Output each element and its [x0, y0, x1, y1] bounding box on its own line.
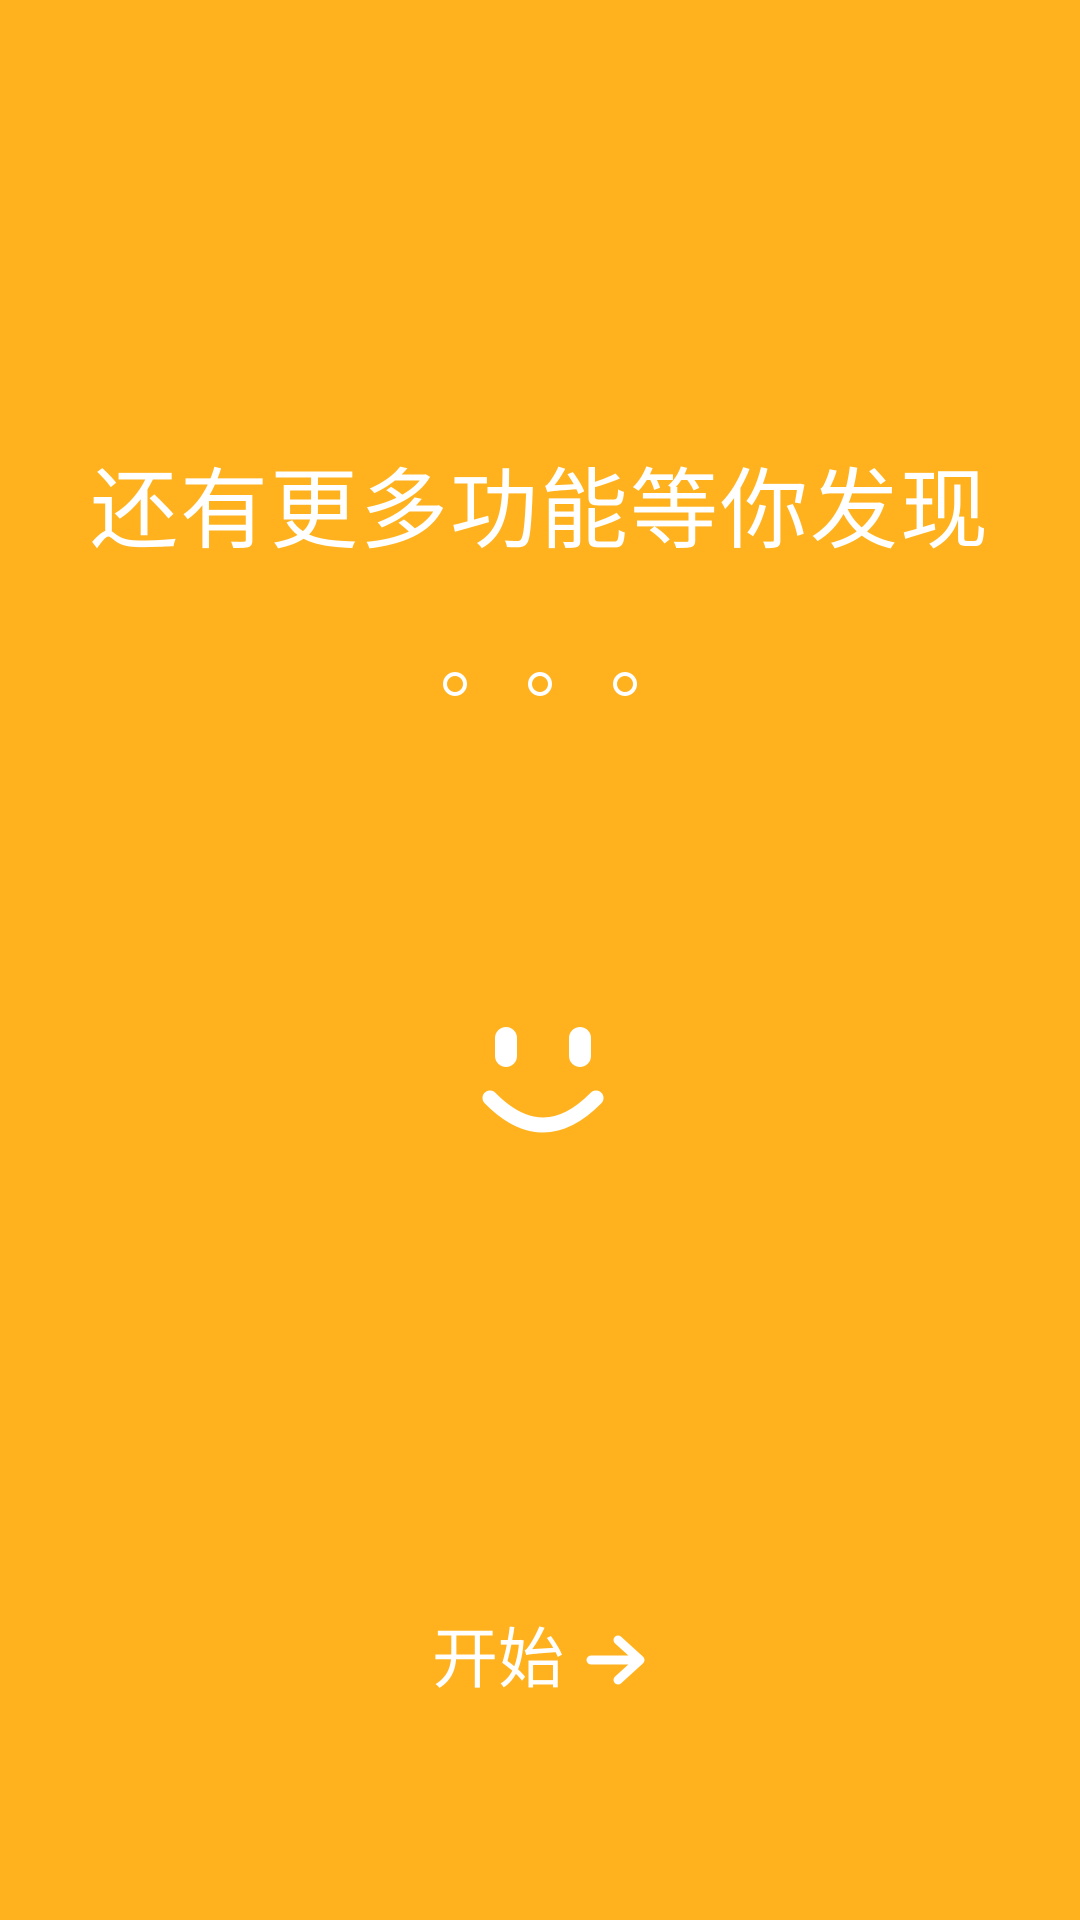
headline: 还有更多功能等你发现 [89, 459, 990, 562]
page-dot-1 [443, 672, 467, 696]
arrow-right-icon [586, 1635, 645, 1685]
start-button-label: 开始 [432, 1621, 564, 1698]
page-dot-3 [613, 672, 637, 696]
smiley-face-icon [482, 1027, 604, 1133]
page-indicator [0, 672, 1080, 712]
onboarding-screen: 还有更多功能等你发现 开始 [0, 0, 1080, 1920]
start-button[interactable]: 开始 [420, 1614, 660, 1706]
page-dot-2 [528, 672, 552, 696]
left-eye [495, 1027, 517, 1067]
right-eye [569, 1027, 591, 1067]
smile-mouth [482, 1090, 604, 1133]
